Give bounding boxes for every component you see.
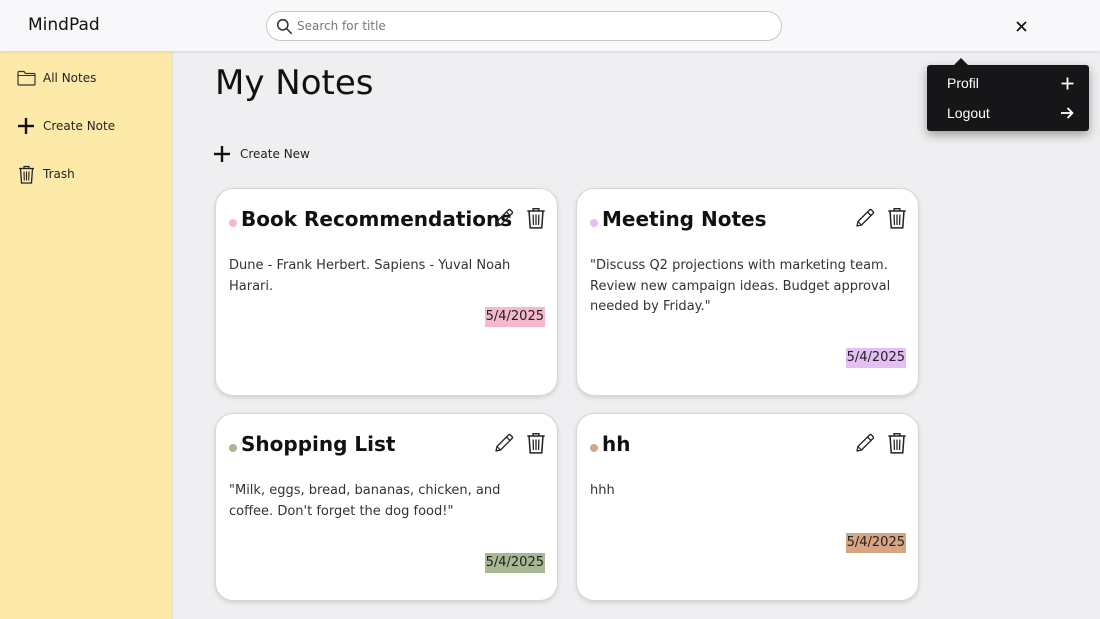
pencil-icon[interactable] — [493, 207, 515, 229]
plus-icon — [16, 116, 36, 136]
note-title: Shopping List — [241, 432, 396, 456]
note-date: 5/4/2025 — [845, 348, 906, 368]
note-card[interactable]: Meeting Notes "Discuss Q2 projections wi… — [576, 188, 919, 396]
sidebar-item-all-notes[interactable]: All Notes — [16, 66, 96, 90]
sidebar-item-label: All Notes — [43, 71, 97, 85]
close-icon — [1015, 20, 1027, 32]
trash-icon[interactable] — [526, 432, 546, 454]
page-title: My Notes — [215, 63, 374, 103]
sidebar-item-create-note[interactable]: Create Note — [16, 114, 115, 138]
trash-icon[interactable] — [887, 207, 907, 229]
arrow-right-icon — [1059, 105, 1075, 121]
close-button[interactable] — [1012, 17, 1030, 35]
menu-item-label: Logout — [947, 105, 990, 121]
note-color-dot — [229, 444, 237, 452]
menu-item-logout[interactable]: Logout — [947, 102, 1075, 124]
note-card[interactable]: hh hhh 5/4/2025 — [576, 413, 919, 601]
note-card[interactable]: Shopping List "Milk, eggs, bread, banana… — [215, 413, 558, 601]
sidebar: All Notes Create Note Trash — [0, 51, 173, 619]
note-color-dot — [590, 219, 598, 227]
note-body: "Discuss Q2 projections with marketing t… — [590, 258, 891, 314]
create-new-button[interactable]: Create New — [212, 143, 310, 165]
plus-icon — [212, 144, 232, 164]
pencil-icon[interactable] — [854, 207, 876, 229]
create-new-label: Create New — [240, 147, 310, 161]
note-title: Book Recommendations — [241, 207, 513, 231]
pencil-icon[interactable] — [854, 432, 876, 454]
sidebar-item-label: Trash — [43, 167, 75, 181]
trash-icon[interactable] — [526, 207, 546, 229]
note-color-dot — [229, 219, 237, 227]
user-dropdown-menu: Profil Logout — [927, 58, 1089, 131]
trash-icon — [16, 164, 36, 184]
search-input[interactable] — [297, 16, 767, 36]
folder-icon — [16, 68, 36, 88]
search-icon — [276, 18, 293, 35]
plus-icon — [1059, 75, 1075, 91]
sidebar-item-trash[interactable]: Trash — [16, 162, 75, 186]
trash-icon[interactable] — [887, 432, 907, 454]
menu-item-label: Profil — [947, 75, 979, 91]
note-title: hh — [602, 432, 631, 456]
note-body: hhh — [590, 483, 615, 498]
note-body: Dune - Frank Herbert. Sapiens - Yuval No… — [229, 258, 511, 294]
app-title: MindPad — [28, 15, 100, 35]
search-box[interactable] — [266, 11, 782, 41]
note-date: 5/4/2025 — [484, 553, 545, 573]
note-title: Meeting Notes — [602, 207, 767, 231]
note-body: "Milk, eggs, bread, bananas, chicken, an… — [229, 483, 501, 519]
note-card[interactable]: Book Recommendations Dune - Frank Herber… — [215, 188, 558, 396]
top-bar: MindPad — [0, 0, 1100, 51]
sidebar-item-label: Create Note — [43, 119, 116, 133]
pencil-icon[interactable] — [493, 432, 515, 454]
menu-item-profil[interactable]: Profil — [947, 72, 1075, 94]
note-color-dot — [590, 444, 598, 452]
note-date: 5/4/2025 — [484, 307, 545, 327]
note-date: 5/4/2025 — [845, 533, 906, 553]
